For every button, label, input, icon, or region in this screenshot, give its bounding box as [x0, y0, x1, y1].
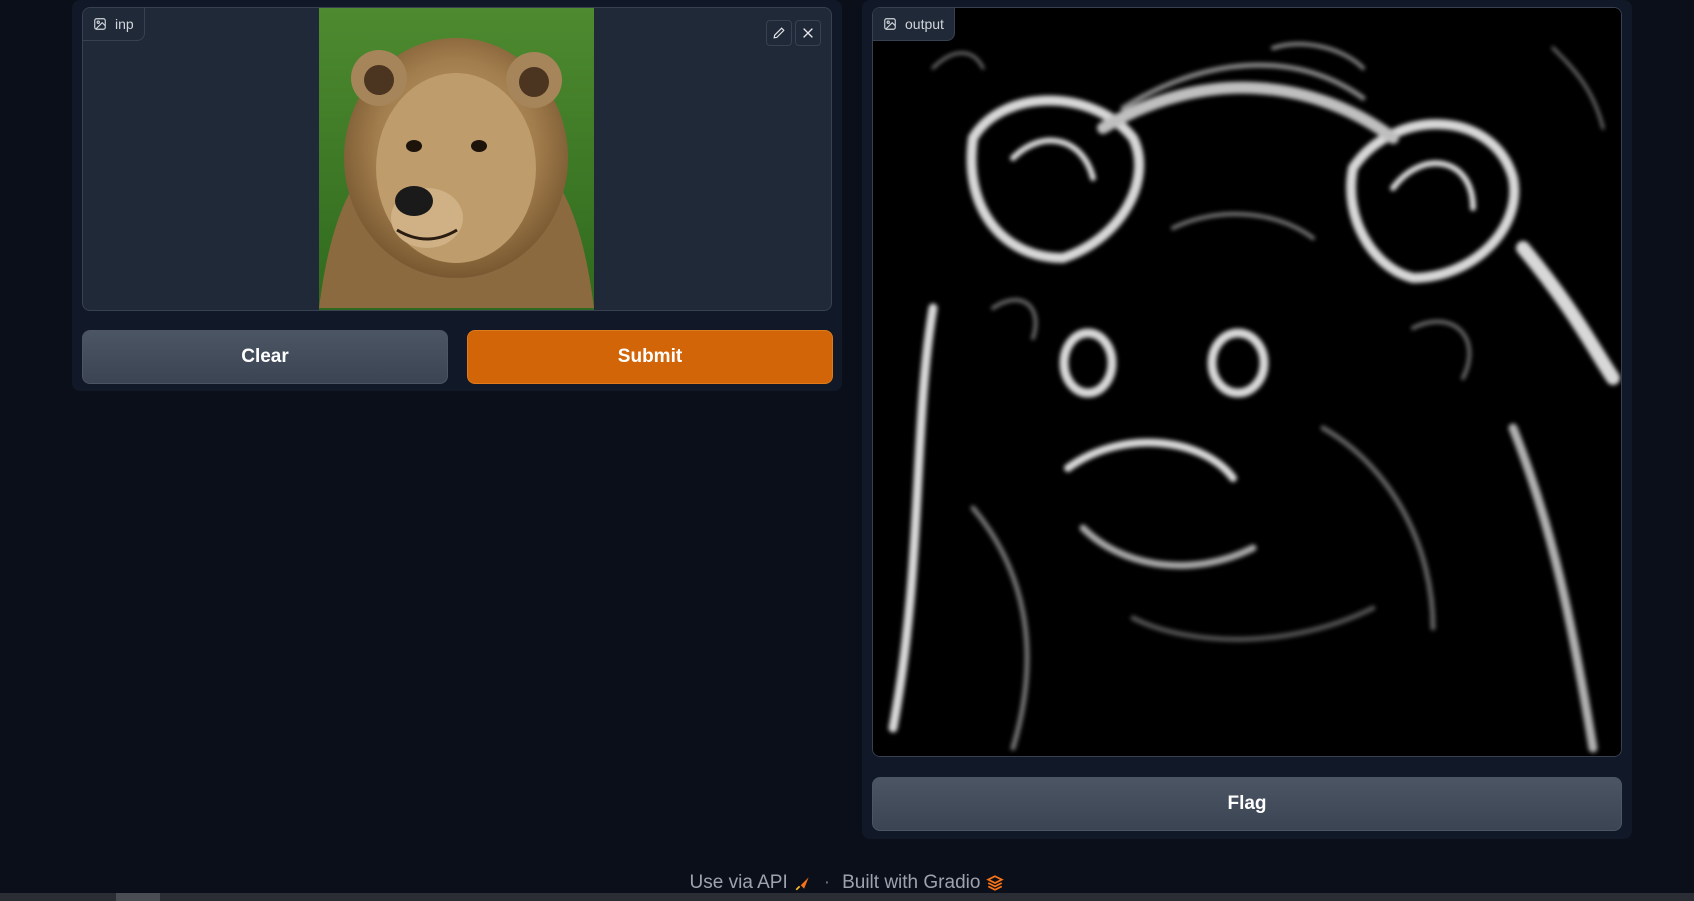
footer: Use via API · Built with Gradio — [0, 872, 1694, 894]
built-with-gradio-label: Built with Gradio — [842, 872, 981, 893]
os-taskbar — [0, 893, 1694, 901]
image-icon — [94, 18, 106, 30]
taskbar-item[interactable] — [116, 893, 160, 901]
use-via-api-label: Use via API — [689, 872, 788, 893]
submit-button[interactable]: Submit — [467, 330, 833, 384]
built-with-gradio-link[interactable]: Built with Gradio — [842, 872, 1005, 894]
output-label-chip: output — [873, 8, 955, 41]
clear-image-button[interactable] — [795, 20, 821, 46]
input-bear-image — [319, 8, 594, 310]
clear-button[interactable]: Clear — [82, 330, 448, 384]
output-edge-image — [873, 8, 1621, 756]
output-label: output — [905, 16, 944, 32]
use-via-api-link[interactable]: Use via API — [690, 872, 812, 894]
input-image-block[interactable]: inp — [82, 7, 832, 311]
input-label: inp — [115, 16, 134, 32]
output-image-block: output — [872, 7, 1622, 757]
flag-button[interactable]: Flag — [872, 777, 1622, 831]
image-icon — [884, 18, 896, 30]
edit-button[interactable] — [766, 20, 792, 46]
rocket-icon — [795, 877, 809, 891]
gradio-logo-icon — [986, 875, 1005, 891]
close-icon — [803, 28, 813, 38]
footer-separator: · — [823, 872, 831, 893]
pencil-icon — [773, 27, 785, 39]
input-label-chip: inp — [83, 8, 145, 41]
